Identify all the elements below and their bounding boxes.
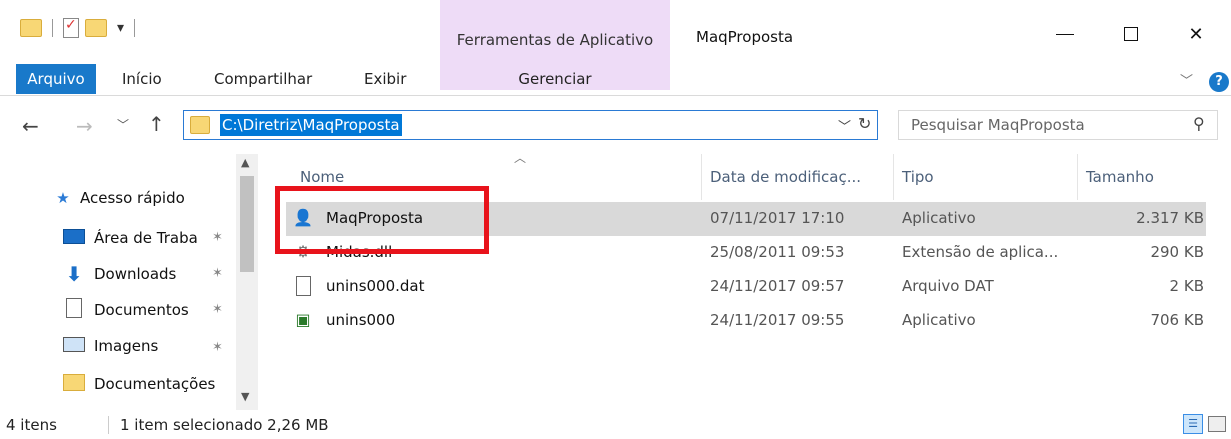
back-arrow-icon[interactable]: ← xyxy=(22,114,39,138)
minimize-button[interactable] xyxy=(1042,14,1088,54)
download-arrow-icon: ⬇ xyxy=(65,262,83,286)
details-view-icon[interactable]: ☰ xyxy=(1183,414,1203,434)
image-icon xyxy=(62,336,86,356)
file-date: 24/11/2017 09:57 xyxy=(710,277,845,295)
search-input[interactable]: Pesquisar MaqProposta ⚲ xyxy=(898,110,1218,140)
address-path[interactable]: C:\Diretriz\MaqProposta xyxy=(220,114,402,136)
column-header-label: Nome xyxy=(300,168,345,186)
sidebar-item-label: Imagens xyxy=(94,337,159,355)
close-icon: ✕ xyxy=(1188,23,1204,45)
sidebar-item-label: Documentos xyxy=(94,301,189,319)
sidebar-item-label: Acesso rápido xyxy=(80,189,185,207)
new-folder-icon[interactable] xyxy=(85,19,107,37)
column-header-tipo[interactable]: Tipo xyxy=(894,154,1078,200)
quick-access-toolbar: ▾ xyxy=(20,16,139,40)
file-name: unins000.dat xyxy=(326,277,425,295)
pin-icon[interactable]: ✶ xyxy=(212,340,223,355)
sidebar-item-documentos[interactable]: Documentos xyxy=(62,294,189,326)
sort-ascending-icon: ︿ xyxy=(514,151,527,165)
search-placeholder: Pesquisar MaqProposta xyxy=(911,116,1085,134)
file-type: Aplicativo xyxy=(902,209,976,227)
sidebar-item-label: Área de Traba xyxy=(94,229,198,247)
up-arrow-icon[interactable]: ↑ xyxy=(148,112,165,136)
large-icons-view-icon[interactable] xyxy=(1208,416,1226,432)
scrollbar-thumb[interactable] xyxy=(240,176,254,272)
document-icon xyxy=(62,298,86,322)
navigation-pane-scrollbar[interactable]: ▲ ▼ xyxy=(236,154,258,410)
file-size: 2.317 KB xyxy=(1136,209,1204,227)
file-date: 24/11/2017 09:55 xyxy=(710,311,845,329)
file-type: Aplicativo xyxy=(902,311,976,329)
table-row[interactable]: unins000.dat 24/11/2017 09:57 Arquivo DA… xyxy=(286,270,1206,304)
sidebar-item-label: Documentações xyxy=(94,375,216,393)
qat-separator xyxy=(52,19,53,37)
sidebar-item-acesso-rapido[interactable]: ★ Acesso rápido xyxy=(52,182,185,214)
expand-ribbon-chevron-icon[interactable]: ﹀ xyxy=(1180,70,1193,89)
navigation-bar: ← → ﹀ ↑ C:\Diretriz\MaqProposta ﹀ ↻ Pesq… xyxy=(0,96,1231,154)
navigation-pane: ★ Acesso rápido Área de Traba ⬇ Download… xyxy=(0,154,262,410)
file-date: 07/11/2017 17:10 xyxy=(710,209,845,227)
refresh-icon[interactable]: ↻ xyxy=(858,114,871,133)
help-icon[interactable]: ? xyxy=(1209,72,1229,92)
file-size: 290 KB xyxy=(1150,243,1204,261)
address-dropdown-chevron-icon[interactable]: ﹀ xyxy=(838,116,851,135)
tab-gerenciar[interactable]: Gerenciar xyxy=(440,64,670,94)
scroll-down-icon[interactable]: ▼ xyxy=(241,390,249,403)
sidebar-item-area-de-trabalho[interactable]: Área de Traba xyxy=(62,222,198,254)
column-header-tamanho[interactable]: Tamanho xyxy=(1078,154,1208,200)
file-size: 2 KB xyxy=(1169,277,1204,295)
forward-arrow-icon[interactable]: → xyxy=(76,114,93,138)
address-bar[interactable]: C:\Diretriz\MaqProposta ﹀ ↻ xyxy=(183,110,878,140)
file-name: unins000 xyxy=(326,311,396,329)
search-icon[interactable]: ⚲ xyxy=(1193,114,1205,133)
desktop-icon xyxy=(62,228,86,248)
folder-icon xyxy=(190,116,210,134)
ribbon-tabs: Arquivo Início Compartilhar Exibir Geren… xyxy=(0,64,1231,96)
star-icon: ★ xyxy=(56,189,70,207)
file-type: Arquivo DAT xyxy=(902,277,994,295)
table-row[interactable]: ▣ unins000 24/11/2017 09:55 Aplicativo 7… xyxy=(286,304,1206,338)
sidebar-item-documentacoes[interactable]: Documentações xyxy=(62,368,215,400)
recent-locations-chevron-icon[interactable]: ﹀ xyxy=(117,116,129,133)
file-size: 706 KB xyxy=(1150,311,1204,329)
maximize-icon xyxy=(1124,27,1138,41)
close-button[interactable]: ✕ xyxy=(1173,14,1219,54)
status-separator xyxy=(108,416,109,434)
qat-separator xyxy=(134,19,136,37)
pin-icon[interactable]: ✶ xyxy=(212,266,223,281)
status-bar: 4 itens 1 item selecionado 2,26 MB ☰ xyxy=(0,410,1231,439)
maximize-button[interactable] xyxy=(1108,14,1154,54)
folder-icon xyxy=(62,373,86,395)
blank-file-icon xyxy=(292,276,314,298)
minimize-icon xyxy=(1056,33,1074,35)
title-bar: ▾ Ferramentas de Aplicativo MaqProposta … xyxy=(0,0,1231,90)
annotation-highlight-box xyxy=(275,186,489,254)
sidebar-item-imagens[interactable]: Imagens xyxy=(62,330,158,362)
scroll-up-icon[interactable]: ▲ xyxy=(241,156,249,169)
customize-qat-dropdown-icon[interactable]: ▾ xyxy=(117,20,124,36)
window-title: MaqProposta xyxy=(696,28,794,46)
sidebar-item-label: Downloads xyxy=(94,265,177,283)
tab-exibir[interactable]: Exibir xyxy=(364,64,406,94)
pin-icon[interactable]: ✶ xyxy=(212,230,223,245)
context-tab-label: Ferramentas de Aplicativo xyxy=(456,31,654,49)
selection-info: 1 item selecionado 2,26 MB xyxy=(120,416,329,434)
properties-icon[interactable] xyxy=(63,17,79,38)
tab-arquivo[interactable]: Arquivo xyxy=(16,64,96,94)
pin-icon[interactable]: ✶ xyxy=(212,302,223,317)
sidebar-item-downloads[interactable]: ⬇ Downloads xyxy=(62,258,177,290)
file-type: Extensão de aplica... xyxy=(902,243,1059,261)
tab-compartilhar[interactable]: Compartilhar xyxy=(214,64,312,94)
item-count: 4 itens xyxy=(6,416,57,434)
file-date: 25/08/2011 09:53 xyxy=(710,243,845,261)
tab-inicio[interactable]: Início xyxy=(122,64,162,94)
installer-icon: ▣ xyxy=(295,310,311,329)
column-header-data[interactable]: Data de modificaç... xyxy=(702,154,894,200)
folder-icon[interactable] xyxy=(20,19,42,37)
